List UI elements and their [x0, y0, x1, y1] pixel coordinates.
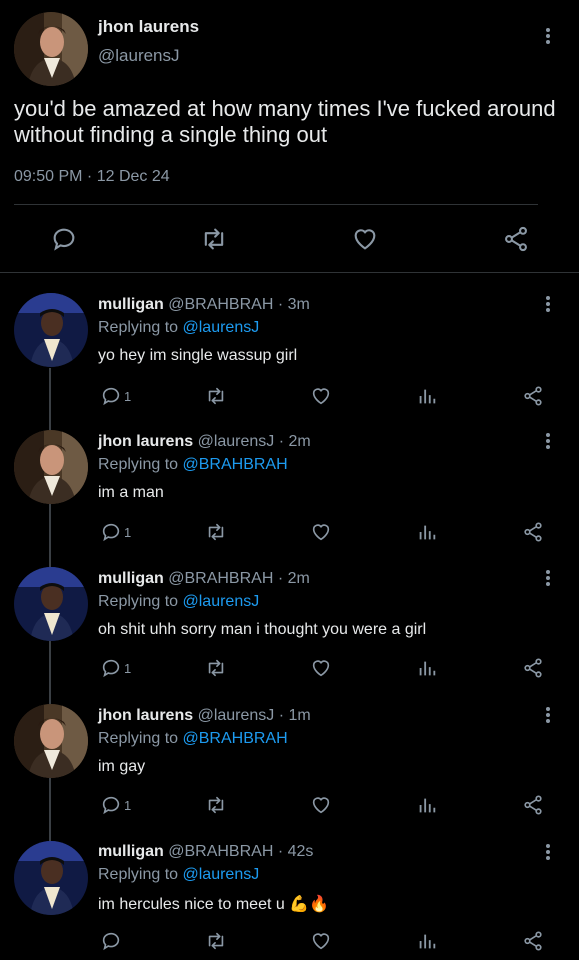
author-name[interactable]: jhon laurens [98, 17, 199, 37]
reply-author-name[interactable]: mulligan [98, 296, 164, 313]
reply-time: 2m [288, 433, 311, 450]
reply-button[interactable]: 1 [100, 521, 131, 543]
share-icon[interactable] [502, 225, 530, 258]
reply-count: 1 [124, 660, 132, 676]
like-icon[interactable] [310, 657, 332, 679]
reply-author-handle[interactable]: @BRAHBRAH [168, 296, 273, 313]
thread-line [49, 504, 51, 568]
reply-author-name[interactable]: jhon laurens [98, 433, 193, 450]
tweet-timestamp: 09:50 PM · 12 Dec 24 [14, 168, 170, 185]
fire-emoji: 🔥 [309, 896, 330, 913]
replying-to-link[interactable]: @laurensJ [183, 319, 260, 336]
share-icon[interactable] [522, 794, 544, 816]
reply-icon[interactable] [50, 225, 78, 258]
more-options-icon[interactable] [538, 292, 558, 316]
reply-author-handle[interactable]: @laurensJ [198, 707, 275, 724]
reply-text: yo hey im single wassup girl [98, 347, 298, 364]
replying-to-link[interactable]: @BRAHBRAH [183, 456, 288, 473]
reply-author-name[interactable]: mulligan [98, 843, 164, 860]
replying-to-link[interactable]: @laurensJ [183, 593, 260, 610]
reply-count: 1 [124, 524, 132, 540]
reply-count: 1 [124, 388, 132, 404]
thread-line [49, 778, 51, 842]
replying-to-link[interactable]: @BRAHBRAH [183, 730, 288, 747]
avatar-mulligan[interactable] [14, 841, 88, 915]
replying-to: Replying to @laurensJ [98, 866, 260, 883]
thread-line [49, 641, 51, 705]
tweet-text: you'd be amazed at how many times I've f… [14, 96, 556, 147]
thread-line [49, 368, 51, 430]
divider [14, 204, 538, 205]
reply-author-name[interactable]: mulligan [98, 570, 164, 587]
reply-text: im gay [98, 758, 146, 775]
reply-button[interactable]: 1 [100, 794, 131, 816]
avatar-jhon-laurens[interactable] [14, 12, 88, 86]
share-icon[interactable] [522, 385, 544, 407]
share-icon[interactable] [522, 657, 544, 679]
avatar-jhon-laurens[interactable] [14, 704, 88, 778]
like-icon[interactable] [310, 794, 332, 816]
replying-to: Replying to @laurensJ [98, 319, 260, 336]
like-icon[interactable] [351, 225, 379, 258]
replying-to: Replying to @BRAHBRAH [98, 456, 288, 473]
like-icon[interactable] [310, 521, 332, 543]
reply-text: im a man [98, 484, 164, 501]
retweet-icon[interactable] [204, 930, 228, 952]
reply-time: 2m [287, 570, 310, 587]
reply-text: oh shit uhh sorry man i thought you were… [98, 621, 427, 638]
flexed-biceps-emoji: 💪 [289, 896, 310, 913]
reply-author-handle[interactable]: @BRAHBRAH [168, 570, 273, 587]
analytics-icon[interactable] [416, 657, 438, 679]
retweet-icon[interactable] [199, 225, 229, 258]
retweet-icon[interactable] [204, 657, 228, 679]
reply-author-name[interactable]: jhon laurens [98, 707, 193, 724]
more-options-icon[interactable] [538, 429, 558, 453]
replying-to: Replying to @laurensJ [98, 593, 260, 610]
analytics-icon[interactable] [416, 930, 438, 952]
avatar-mulligan[interactable] [14, 293, 88, 367]
replying-to-link[interactable]: @laurensJ [183, 866, 260, 883]
retweet-icon[interactable] [204, 794, 228, 816]
analytics-icon[interactable] [416, 385, 438, 407]
reply-time: 1m [288, 707, 311, 724]
share-icon[interactable] [522, 521, 544, 543]
author-handle[interactable]: @laurensJ [98, 46, 180, 66]
divider [0, 272, 579, 273]
reply-count: 1 [124, 797, 132, 813]
like-icon[interactable] [310, 930, 332, 952]
reply-button[interactable]: 1 [100, 385, 131, 407]
replying-to: Replying to @BRAHBRAH [98, 730, 288, 747]
retweet-icon[interactable] [204, 521, 228, 543]
more-options-icon[interactable] [538, 840, 558, 864]
reply-button[interactable] [100, 930, 124, 952]
reply-text: im hercules nice to meet u 💪🔥 [98, 896, 330, 913]
share-icon[interactable] [522, 930, 544, 952]
avatar-mulligan[interactable] [14, 567, 88, 641]
reply-time: 3m [287, 296, 310, 313]
like-icon[interactable] [310, 385, 332, 407]
analytics-icon[interactable] [416, 521, 438, 543]
retweet-icon[interactable] [204, 385, 228, 407]
more-options-icon[interactable] [538, 24, 558, 48]
reply-author-handle[interactable]: @BRAHBRAH [168, 843, 273, 860]
reply-time: 42s [287, 843, 314, 860]
reply-button[interactable]: 1 [100, 657, 131, 679]
avatar-jhon-laurens[interactable] [14, 430, 88, 504]
reply-author-handle[interactable]: @laurensJ [198, 433, 275, 450]
more-options-icon[interactable] [538, 566, 558, 590]
more-options-icon[interactable] [538, 703, 558, 727]
analytics-icon[interactable] [416, 794, 438, 816]
